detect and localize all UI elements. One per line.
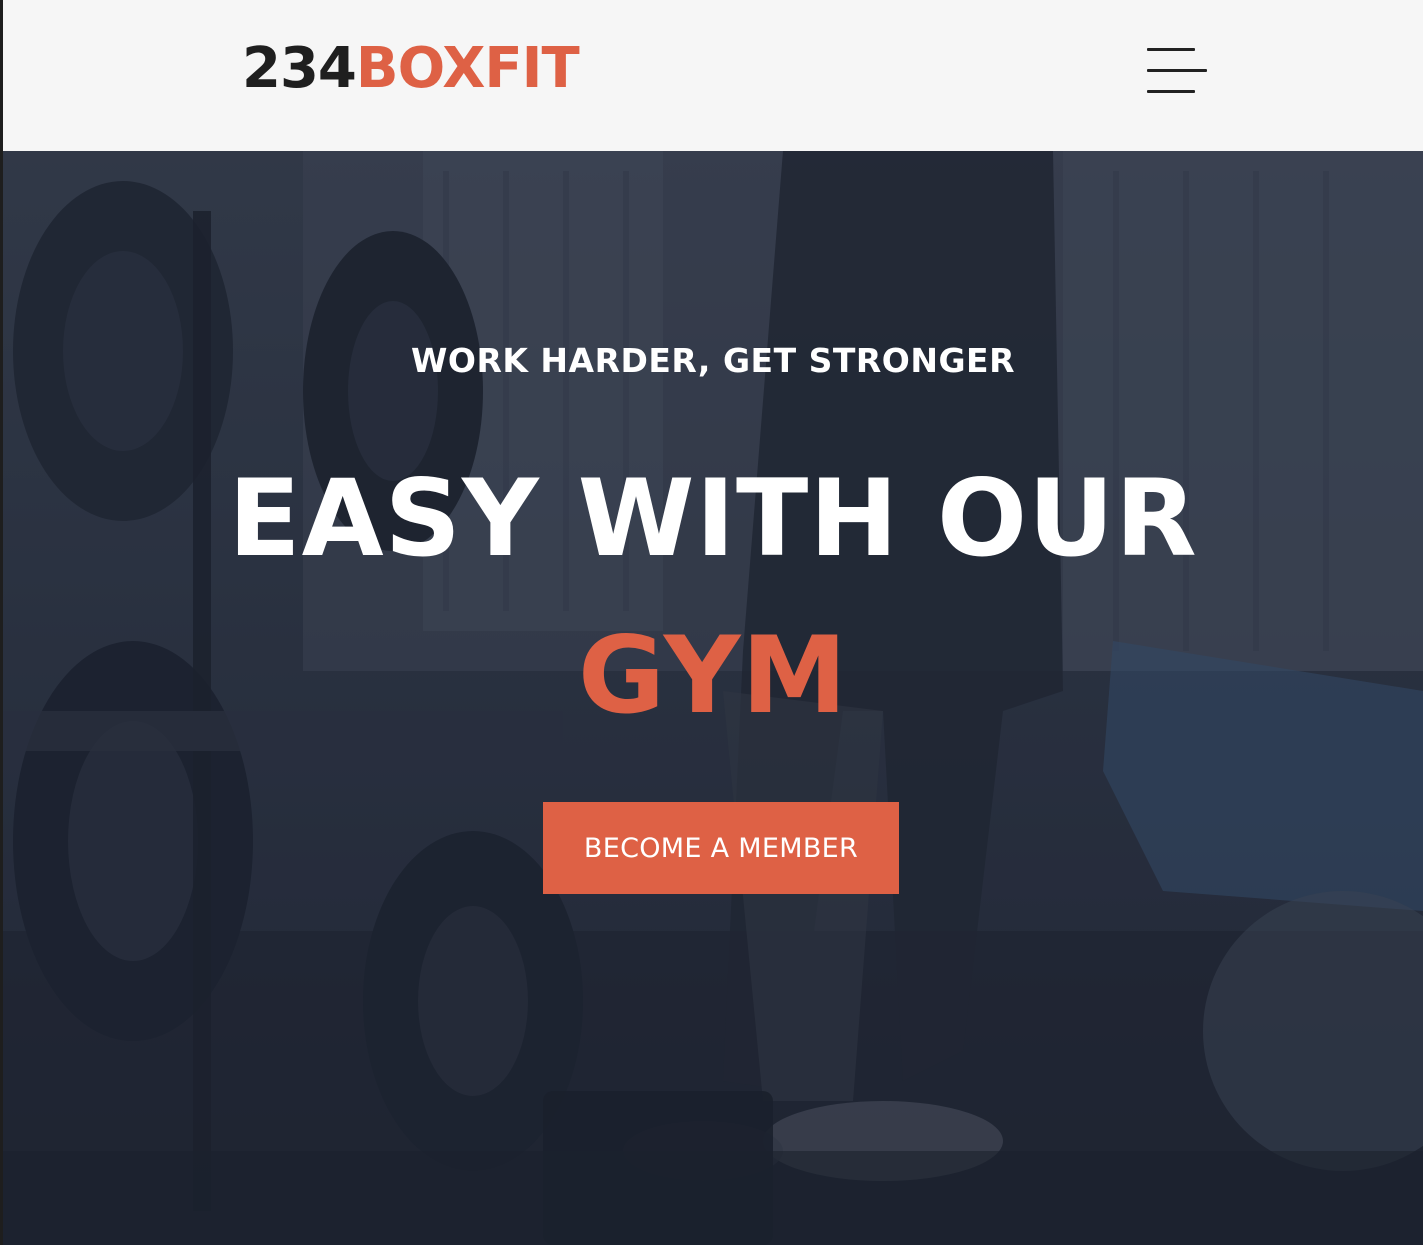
menu-icon-bar <box>1147 48 1195 51</box>
hero-headline: EASY WITH OUR <box>228 457 1198 580</box>
hero-tagline: WORK HARDER, GET STRONGER <box>410 341 1015 380</box>
menu-button[interactable] <box>1143 44 1209 98</box>
site-header: 234BOXFIT <box>3 0 1423 151</box>
hero-section: WORK HARDER, GET STRONGER EASY WITH OUR … <box>3 151 1423 1245</box>
page: 234BOXFIT WORK HARDER, GET STRONGER EASY… <box>0 0 1423 1245</box>
logo-word: BOXFIT <box>355 36 580 101</box>
menu-icon-bar <box>1147 69 1207 72</box>
become-member-button[interactable]: BECOME A MEMBER <box>543 802 899 894</box>
menu-icon-bar <box>1147 90 1195 93</box>
window-edge <box>0 0 3 1245</box>
hero-headline-accent: GYM <box>578 614 848 737</box>
site-logo[interactable]: 234BOXFIT <box>242 33 580 105</box>
logo-number: 234 <box>242 36 357 101</box>
